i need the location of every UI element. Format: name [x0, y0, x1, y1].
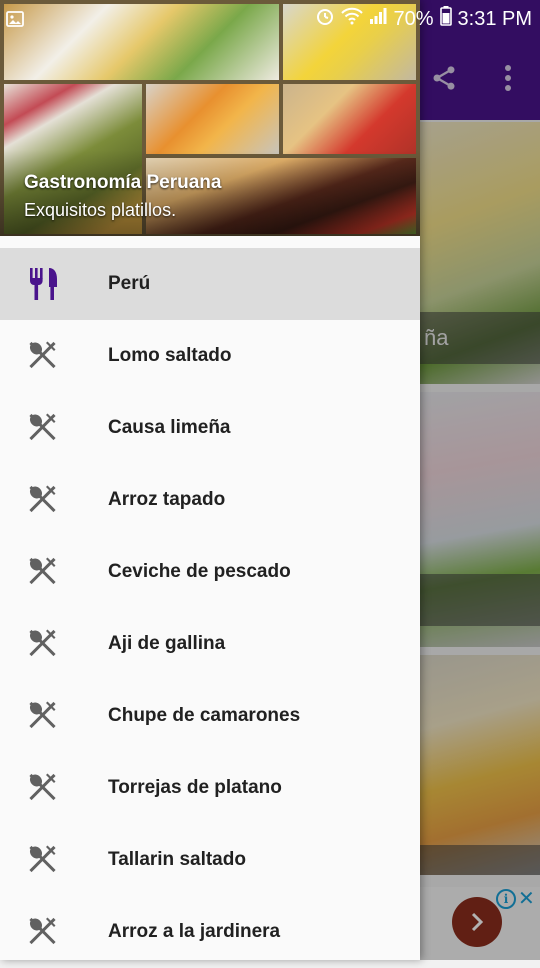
- menu-item-label: Arroz tapado: [108, 489, 226, 510]
- signal-icon: [369, 7, 387, 31]
- menu-item-label: Tallarin saltado: [108, 849, 246, 870]
- navigation-drawer: Gastronomía Peruana Exquisitos platillos…: [0, 0, 420, 960]
- menu-item-label: Ceviche de pescado: [108, 561, 291, 582]
- battery-icon: [439, 6, 452, 32]
- menu-item-label: Perú: [108, 273, 151, 294]
- spoon-fork-icon: [26, 842, 60, 878]
- menu-item-lomo-saltado[interactable]: Lomo saltado: [0, 320, 420, 392]
- food-photo-tile: [283, 84, 416, 154]
- spoon-fork-icon: [26, 410, 60, 446]
- spoon-fork-icon: [26, 770, 60, 806]
- gallery-notification-icon: [6, 10, 24, 34]
- menu-item-causa-limena[interactable]: Causa limeña: [0, 392, 420, 464]
- menu-item-aji-de-gallina[interactable]: Aji de gallina: [0, 608, 420, 680]
- wifi-icon: [341, 7, 364, 31]
- menu-item-label: Aji de gallina: [108, 633, 226, 654]
- menu-item-chupe-de-camarones[interactable]: Chupe de camarones: [0, 680, 420, 752]
- menu-item-ceviche-de-pescado[interactable]: Ceviche de pescado: [0, 536, 420, 608]
- menu-item-arroz-a-la-jardinera[interactable]: Arroz a la jardinera: [0, 896, 420, 968]
- drawer-header-title: Gastronomía Peruana: [24, 172, 222, 193]
- menu-item-label: Lomo saltado: [108, 345, 232, 366]
- spoon-fork-icon: [26, 626, 60, 662]
- food-photo-tile: [146, 84, 279, 154]
- menu-item-torrejas-de-platano[interactable]: Torrejas de platano: [0, 752, 420, 824]
- spoon-fork-icon: [26, 698, 60, 734]
- spoon-fork-icon: [26, 914, 60, 950]
- clock-time: 3:31 PM: [457, 7, 532, 30]
- spoon-fork-icon: [26, 554, 60, 590]
- menu-item-arroz-tapado[interactable]: Arroz tapado: [0, 464, 420, 536]
- drawer-header-subtitle: Exquisitos platillos.: [24, 200, 177, 220]
- menu-item-label: Torrejas de platano: [108, 777, 282, 798]
- menu-item-tallarin-saltado[interactable]: Tallarin saltado: [0, 824, 420, 896]
- menu-item-peru[interactable]: Perú: [0, 248, 420, 320]
- menu-item-label: Causa limeña: [108, 417, 231, 438]
- menu-item-label: Arroz a la jardinera: [108, 921, 281, 942]
- battery-percent: 70%: [393, 7, 434, 30]
- fork-knife-icon: [26, 266, 60, 302]
- menu-item-label: Chupe de camarones: [108, 705, 301, 726]
- status-bar: 70% 3:31 PM: [0, 0, 540, 38]
- spoon-fork-icon: [26, 482, 60, 518]
- alarm-icon: [315, 6, 335, 32]
- spoon-fork-icon: [26, 338, 60, 374]
- drawer-menu: Perú Lomo saltado Causa limeña Arroz tap…: [0, 248, 420, 968]
